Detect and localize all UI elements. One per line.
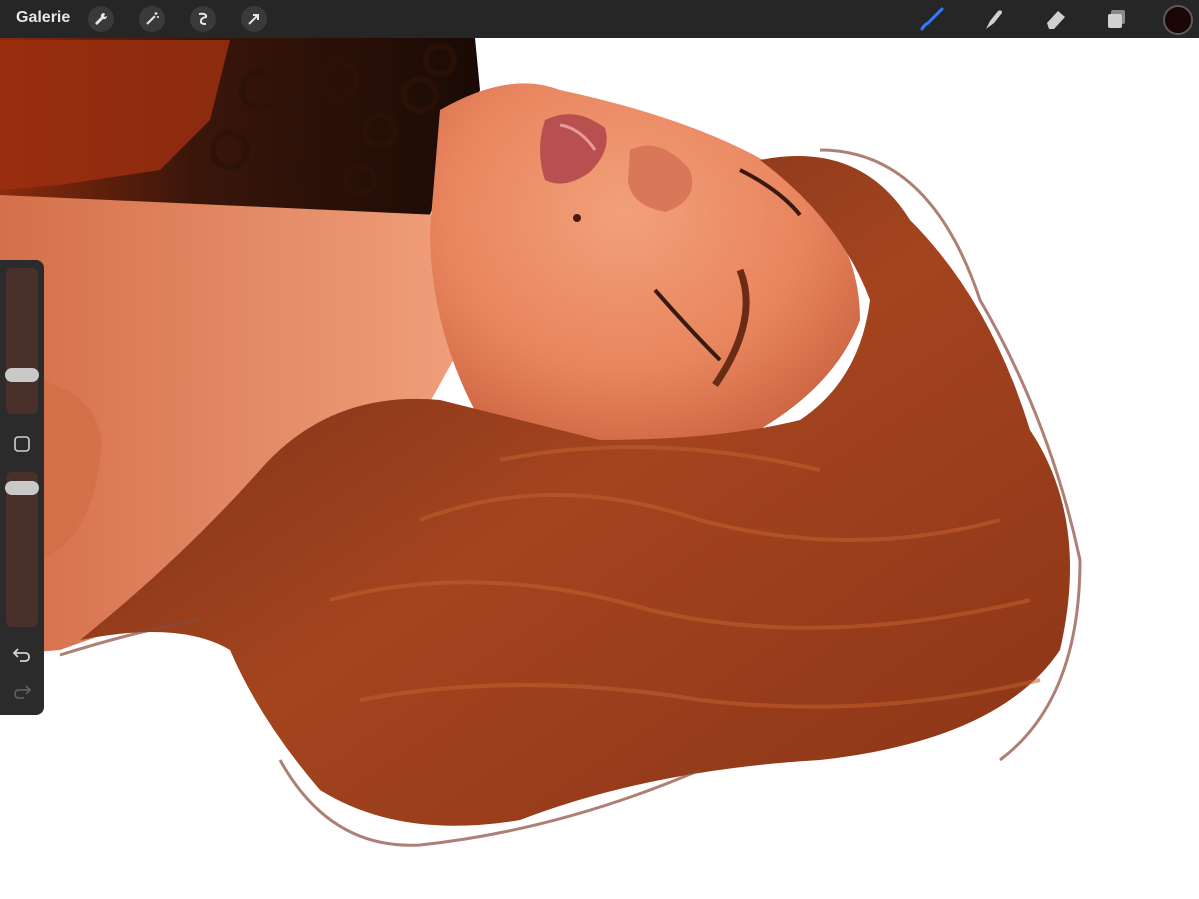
undo-icon[interactable] (10, 643, 34, 667)
smudge-icon[interactable] (980, 5, 1008, 33)
layers-icon[interactable] (1103, 5, 1131, 33)
wrench-icon[interactable] (88, 6, 114, 32)
face (430, 83, 860, 456)
top-toolbar: Galerie (0, 0, 1199, 38)
brush-icon[interactable] (918, 5, 946, 33)
brush-size-slider[interactable] (5, 268, 39, 414)
eraser-icon[interactable] (1042, 5, 1070, 33)
transform-arrow-icon[interactable] (241, 6, 267, 32)
gallery-button[interactable]: Galerie (16, 9, 70, 27)
selection-icon[interactable] (190, 6, 216, 32)
color-swatch[interactable] (1163, 5, 1193, 35)
magic-wand-icon[interactable] (139, 6, 165, 32)
sidebar (0, 260, 44, 715)
brush-size-handle[interactable] (5, 368, 39, 382)
opacity-slider[interactable] (5, 472, 39, 627)
beauty-mark (573, 214, 581, 222)
drawing-canvas[interactable] (0, 0, 1199, 899)
redo-icon[interactable] (10, 680, 34, 704)
modify-button[interactable] (10, 432, 34, 456)
opacity-handle[interactable] (5, 481, 39, 495)
